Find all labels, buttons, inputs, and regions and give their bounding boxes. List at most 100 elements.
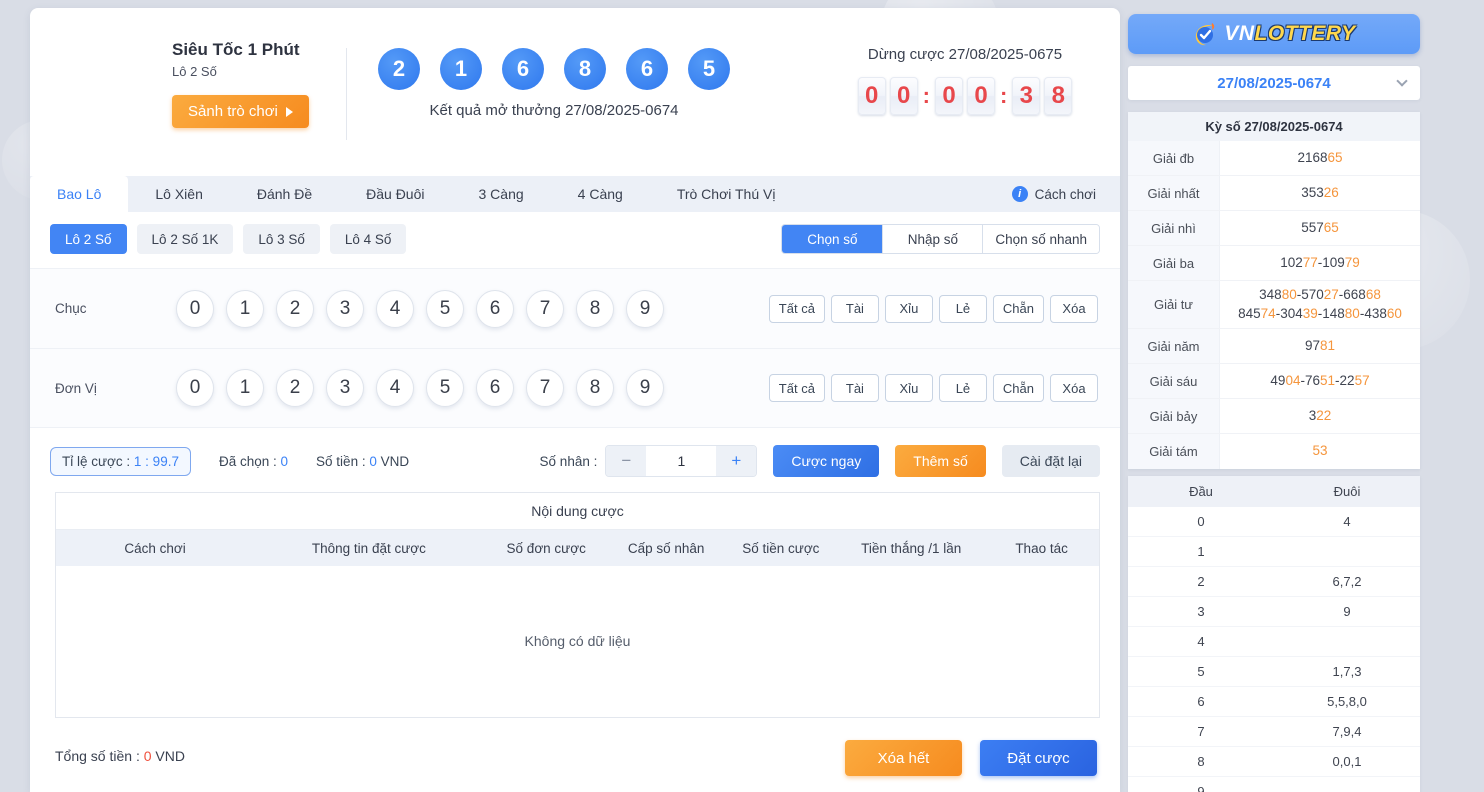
bet-table-column-header: Số tiền cược	[723, 541, 838, 556]
digit-ball[interactable]: 9	[626, 290, 664, 328]
head-tail-cell: 0	[1128, 507, 1274, 536]
period-selector-value: 27/08/2025-0674	[1217, 75, 1330, 92]
tab-đầu-đuôi[interactable]: Đầu Đuôi	[339, 176, 451, 212]
tab-trò-chơi-thú-vị[interactable]: Trò Chơi Thú Vị	[650, 176, 803, 212]
bet-table-column-header: Thao tác	[984, 541, 1099, 556]
row-action-button[interactable]: Tài	[831, 295, 879, 323]
digit-ball[interactable]: 1	[226, 369, 264, 407]
head-tail-row: 77,9,4	[1128, 717, 1420, 747]
tab-đánh-đề[interactable]: Đánh Đề	[230, 176, 339, 212]
prize-value: 34880-57027-6686884574-30439-14880-43860	[1220, 281, 1420, 328]
digit-ball[interactable]: 9	[626, 369, 664, 407]
multiplier-decrease-button[interactable]: −	[606, 446, 646, 476]
countdown-colon: :	[923, 83, 930, 109]
prize-value: 9781	[1220, 329, 1420, 363]
countdown-digit: 0	[858, 77, 886, 115]
row-action-button[interactable]: Tất cả	[769, 295, 825, 323]
row-action-button[interactable]: Tài	[831, 374, 879, 402]
prize-results-panel: Kỳ số 27/08/2025-0674 Giải đb216865Giải …	[1128, 112, 1420, 469]
digit-ball[interactable]: 4	[376, 369, 414, 407]
chevron-down-icon	[1396, 75, 1407, 86]
head-tail-cell: 9	[1128, 777, 1274, 792]
game-type-tabs: Bao LôLô XiênĐánh ĐềĐầu Đuôi3 Càng4 Càng…	[30, 176, 802, 212]
tab-lô-xiên[interactable]: Lô Xiên	[128, 176, 229, 212]
row-action-button[interactable]: Tất cả	[769, 374, 825, 402]
tab-4-càng[interactable]: 4 Càng	[551, 176, 650, 212]
digit-balls: 0123456789	[176, 369, 664, 407]
digit-ball[interactable]: 2	[276, 369, 314, 407]
head-tail-row: 80,0,1	[1128, 747, 1420, 777]
multiplier-stepper: − +	[605, 445, 757, 477]
digit-ball[interactable]: 2	[276, 290, 314, 328]
row-action-button[interactable]: Lẻ	[939, 295, 987, 323]
pick-mode-tab[interactable]: Nhập số	[882, 225, 982, 253]
digit-ball[interactable]: 5	[426, 290, 464, 328]
digit-ball[interactable]: 0	[176, 369, 214, 407]
bet-footer: Tổng số tiền : 0 VND Xóa hết Đặt cược	[30, 734, 1120, 792]
row-action-button[interactable]: Xóa	[1050, 374, 1098, 402]
pick-mode-tab[interactable]: Chọn số	[782, 225, 882, 253]
pick-mode-tab[interactable]: Chọn số nhanh	[982, 225, 1099, 253]
variant-pill[interactable]: Lô 4 Số	[330, 224, 407, 254]
place-bet-button[interactable]: Đặt cược	[980, 740, 1097, 776]
countdown-digit: 3	[1012, 77, 1040, 115]
head-tail-panel: ĐầuĐuôi 04126,7,239451,7,365,5,8,077,9,4…	[1128, 476, 1420, 792]
head-tail-column-header: Đuôi	[1274, 476, 1420, 507]
head-tail-cell: 5,5,8,0	[1274, 687, 1420, 716]
prize-value: 322	[1220, 399, 1420, 433]
digit-ball[interactable]: 0	[176, 290, 214, 328]
bet-table-column-header: Số đơn cược	[484, 541, 609, 556]
bet-table-empty-state: Không có dữ liệu	[56, 566, 1099, 716]
prize-value: 4904-7651-2257	[1220, 364, 1420, 398]
digit-ball[interactable]: 1	[226, 290, 264, 328]
main-panel: Siêu Tốc 1 Phút Lô 2 Số Sảnh trò chơi 21…	[30, 8, 1120, 792]
tab-3-càng[interactable]: 3 Càng	[452, 176, 551, 212]
digit-ball[interactable]: 3	[326, 290, 364, 328]
number-selection-rows: Chục0123456789Tất cảTàiXỉuLẻChẵnXóaĐơn V…	[30, 268, 1120, 428]
sub-mode-row: Lô 2 Số Lô 2 Số 1K Lô 3 Số Lô 4 Số Chọn sốN…	[50, 224, 1100, 254]
digit-ball[interactable]: 7	[526, 290, 564, 328]
prize-row: Giải nhất35326	[1128, 176, 1420, 211]
game-type-tabbar: Bao LôLô XiênĐánh ĐềĐầu Đuôi3 Càng4 Càng…	[30, 176, 1120, 212]
add-number-button[interactable]: Thêm số	[895, 445, 985, 477]
game-lobby-button[interactable]: Sảnh trò chơi	[172, 95, 309, 128]
variant-pill[interactable]: Lô 3 Số	[243, 224, 320, 254]
row-action-button[interactable]: Xỉu	[885, 295, 933, 323]
head-tail-row: 26,7,2	[1128, 567, 1420, 597]
multiplier-input[interactable]	[646, 446, 716, 476]
prize-results-title: Kỳ số 27/08/2025-0674	[1128, 112, 1420, 141]
digit-ball[interactable]: 7	[526, 369, 564, 407]
bet-variant-pills: Lô 2 Số Lô 2 Số 1K Lô 3 Số Lô 4 Số	[50, 224, 406, 254]
row-action-button[interactable]: Lẻ	[939, 374, 987, 402]
row-action-button[interactable]: Chẵn	[993, 374, 1044, 402]
row-action-button[interactable]: Chẵn	[993, 295, 1044, 323]
digit-ball[interactable]: 5	[426, 369, 464, 407]
variant-pill[interactable]: Lô 2 Số	[50, 224, 127, 254]
digit-ball[interactable]: 6	[476, 290, 514, 328]
head-tail-row: 04	[1128, 507, 1420, 537]
bet-now-button[interactable]: Cược ngay	[773, 445, 879, 477]
digit-ball[interactable]: 6	[476, 369, 514, 407]
row-action-buttons: Tất cảTàiXỉuLẻChẵnXóa	[769, 295, 1098, 323]
digit-ball[interactable]: 8	[576, 369, 614, 407]
result-ball: 6	[626, 48, 668, 90]
digit-ball[interactable]: 8	[576, 290, 614, 328]
digit-ball[interactable]: 4	[376, 290, 414, 328]
how-to-play-link[interactable]: Cách chơi	[1012, 176, 1120, 212]
period-selector[interactable]: 27/08/2025-0674	[1128, 66, 1420, 100]
result-ball: 8	[564, 48, 606, 90]
row-action-button[interactable]: Xỉu	[885, 374, 933, 402]
brand-name: VNLOTTERY	[1224, 22, 1355, 46]
countdown-colon: :	[1000, 83, 1007, 109]
reset-button[interactable]: Cài đặt lại	[1002, 445, 1100, 477]
digit-ball[interactable]: 3	[326, 369, 364, 407]
number-row: Chục0123456789Tất cảTàiXỉuLẻChẵnXóa	[30, 268, 1120, 348]
prize-label: Giải bảy	[1128, 399, 1220, 433]
variant-pill[interactable]: Lô 2 Số 1K	[137, 224, 234, 254]
countdown-timer: 00:00:38	[830, 77, 1100, 115]
tab-bao-lô[interactable]: Bao Lô	[30, 176, 128, 212]
row-action-button[interactable]: Xóa	[1050, 295, 1098, 323]
multiplier-increase-button[interactable]: +	[716, 446, 756, 476]
game-subtitle: Lô 2 Số	[172, 64, 352, 79]
clear-all-button[interactable]: Xóa hết	[845, 740, 962, 776]
